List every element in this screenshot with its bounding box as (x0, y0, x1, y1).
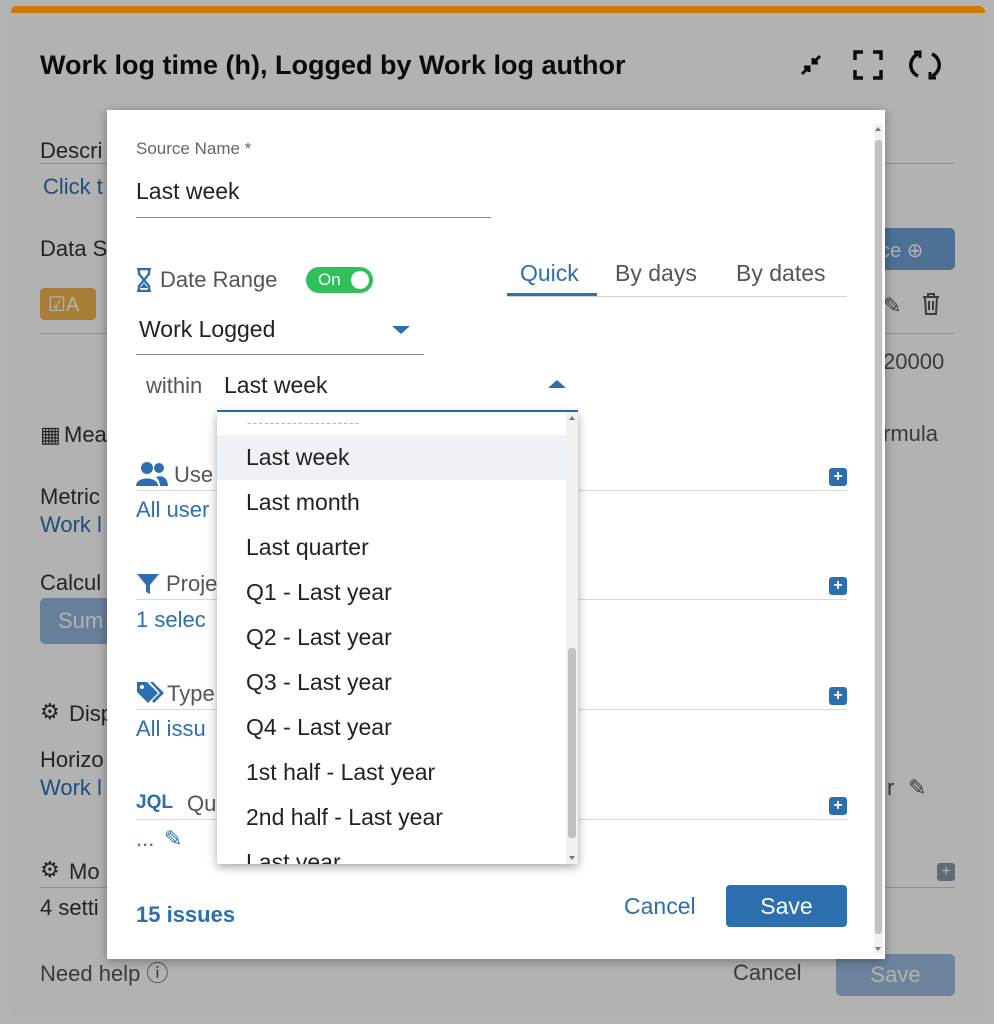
tags-icon (137, 682, 164, 703)
save-button[interactable]: Save (726, 885, 847, 927)
chevron-down-icon (392, 326, 410, 334)
tabs-divider (507, 296, 847, 297)
source-name-label: Source Name * (136, 139, 252, 158)
date-range-toggle[interactable]: On (306, 267, 373, 293)
add-projects-button[interactable]: + (829, 577, 847, 595)
issues-count: 15 issues (136, 902, 236, 927)
projects-filter-title: Proje (166, 571, 218, 596)
dropdown-scrollbar[interactable] (566, 412, 578, 864)
tab-by-days[interactable]: By days (615, 260, 697, 287)
hourglass-icon (137, 268, 151, 292)
tab-by-dates[interactable]: By dates (736, 260, 826, 287)
date-range-dropdown: -------------------- Last week Last mont… (217, 412, 578, 864)
dropdown-option-q2[interactable]: Q2 - Last year (217, 615, 566, 660)
dropdown-option-last-month[interactable]: Last month (217, 480, 566, 525)
tab-quick[interactable]: Quick (520, 260, 579, 287)
jql-icon-label: JQL (136, 792, 173, 813)
types-filter-value[interactable]: All issu (136, 716, 206, 742)
dropdown-separator: -------------------- (247, 414, 361, 430)
dropdown-option-q4[interactable]: Q4 - Last year (217, 705, 566, 750)
add-types-button[interactable]: + (829, 687, 847, 705)
users-icon (136, 462, 168, 486)
dropdown-option-1st-half[interactable]: 1st half - Last year (217, 750, 566, 795)
dropdown-option-last-quarter[interactable]: Last quarter (217, 525, 566, 570)
active-tab-indicator (507, 293, 597, 296)
dropdown-option-q1[interactable]: Q1 - Last year (217, 570, 566, 615)
add-users-button[interactable]: + (829, 468, 847, 486)
types-filter-title: Type (167, 681, 215, 706)
filter-icon (137, 574, 159, 594)
users-filter-title: Use (174, 462, 214, 487)
date-range-select[interactable]: Last week (217, 362, 578, 412)
cancel-button[interactable]: Cancel (624, 893, 696, 920)
projects-filter-value[interactable]: 1 selec (136, 607, 206, 633)
within-label: within (146, 373, 203, 398)
dropdown-option-2nd-half[interactable]: 2nd half - Last year (217, 795, 566, 840)
dropdown-option-last-year[interactable]: Last year (217, 840, 566, 864)
users-filter-value[interactable]: All user (136, 497, 209, 523)
source-name-input[interactable] (136, 172, 491, 218)
jql-filter-value[interactable]: ... (136, 826, 154, 852)
jql-filter-title: Qu (187, 791, 217, 816)
dropdown-option-last-week[interactable]: Last week (217, 435, 566, 480)
add-jql-button[interactable]: + (829, 797, 847, 815)
pencil-icon[interactable]: ✎ (164, 826, 182, 852)
chevron-up-icon (548, 380, 566, 388)
dropdown-option-q3[interactable]: Q3 - Last year (217, 660, 566, 705)
date-field-select[interactable]: Work Logged (136, 305, 424, 355)
date-range-label: Date Range (160, 267, 278, 292)
dialog-scrollbar[interactable] (874, 124, 883, 954)
